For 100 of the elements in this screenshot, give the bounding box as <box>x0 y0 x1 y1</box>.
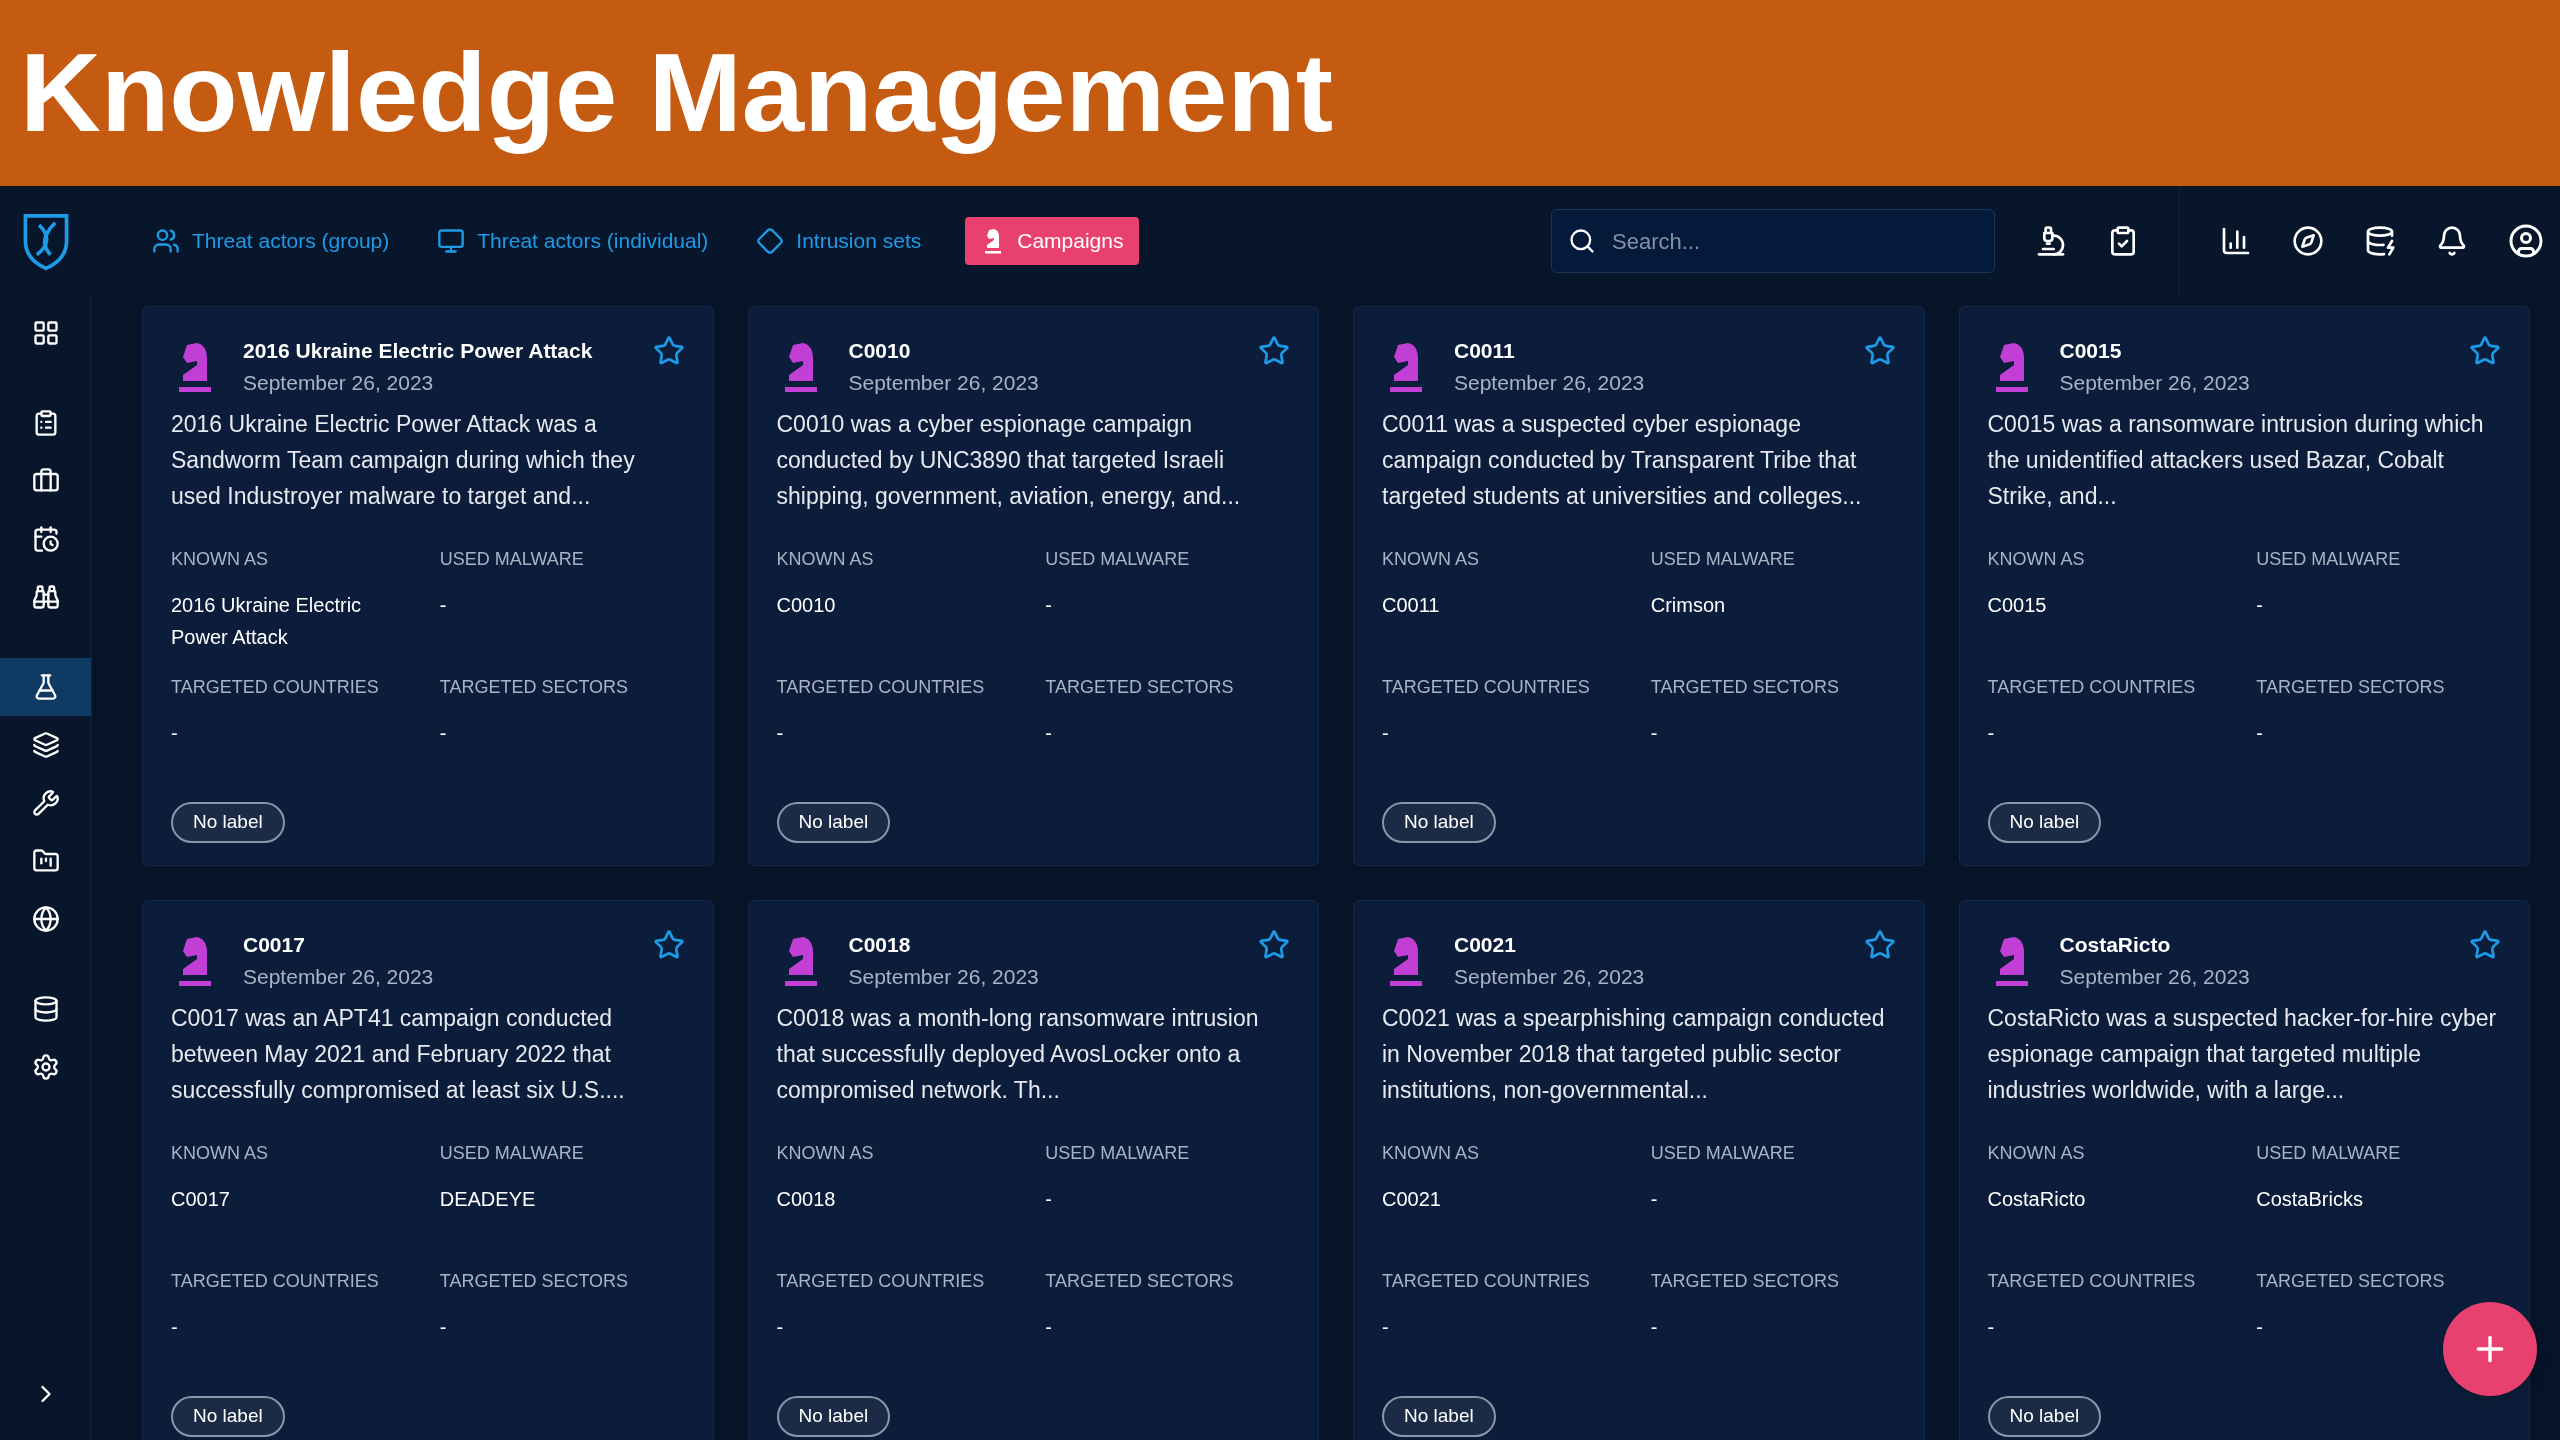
account-icon[interactable] <box>2508 223 2544 259</box>
field-label: TARGETED COUNTRIES <box>1382 1270 1591 1293</box>
field-value: - <box>776 1315 785 1340</box>
compass-icon[interactable] <box>2292 225 2324 257</box>
field-value: CostaRicto <box>1987 1187 2087 1212</box>
nav-tab[interactable]: Threat actors (individual) <box>433 217 713 265</box>
field-label: TARGETED SECTORS <box>1650 1270 1841 1293</box>
card-date: September 26, 2023 <box>243 369 435 396</box>
field-value: - <box>1382 721 1390 746</box>
star-icon[interactable] <box>1258 929 1290 961</box>
star-icon[interactable] <box>1258 335 1290 367</box>
campaign-card[interactable] <box>1353 900 1925 1440</box>
card-description: C0017 was an APT41 campaign conducted between May 2021 and February 2022 that successfully compromised at least six U.S.... <box>171 1004 626 1105</box>
card-description: C0010 was a cyber espionage campaign conducted by UNC3890 that targeted Israeli shipping, government, aviation, energy, and... <box>776 410 1242 511</box>
nav-tab[interactable]: Campaigns <box>965 217 1140 265</box>
star-icon[interactable] <box>2469 335 2501 367</box>
diamond-icon <box>756 227 785 255</box>
field-value: - <box>1045 593 1053 618</box>
calendar-clock-icon <box>31 525 60 553</box>
campaign-card[interactable] <box>1958 306 2530 866</box>
field-value: - <box>171 721 179 746</box>
field-label: TARGETED SECTORS <box>439 676 630 699</box>
label-chip: No label <box>171 802 285 843</box>
card-title: C0010 <box>848 338 912 364</box>
search-icon <box>1568 227 1596 255</box>
nav-tab[interactable]: Intrusion sets <box>752 217 926 265</box>
folder-icon <box>31 847 60 875</box>
search-field[interactable]: Search... <box>1612 224 1978 258</box>
field-label: TARGETED SECTORS <box>1045 1270 1235 1293</box>
field-value: - <box>1987 1315 1996 1340</box>
campaign-card[interactable] <box>747 306 1319 866</box>
card-description: C0018 was a month-long ransomware intrusion that successfully deployed AvosLocker onto a compromised network. Th... <box>776 1004 1260 1105</box>
field-value: C0021 <box>1382 1187 1442 1212</box>
chart-icon[interactable] <box>2220 225 2252 257</box>
field-label: KNOWN AS <box>171 548 269 571</box>
label-chip: No label <box>1987 802 2102 843</box>
field-value: - <box>439 1315 448 1340</box>
notifications-icon[interactable] <box>2436 225 2468 257</box>
card-description: CostaRicto was a suspected hacker-for-hire cyber espionage campaign that targeted multiple industries worldwide, with a large... <box>1987 1004 2498 1105</box>
field-label: USED MALWARE <box>2256 1142 2402 1165</box>
globe-icon <box>31 905 60 933</box>
field-value: - <box>439 593 448 618</box>
briefcase-icon <box>31 467 60 495</box>
field-label: TARGETED SECTORS <box>439 1270 630 1293</box>
field-label: KNOWN AS <box>1382 1142 1480 1165</box>
card-date: September 26, 2023 <box>848 963 1040 990</box>
star-icon[interactable] <box>652 335 685 367</box>
field-value: Crimson <box>1650 593 1727 618</box>
card-title: C0011 <box>1454 338 1516 364</box>
field-value: - <box>1045 1187 1053 1212</box>
search-bar[interactable]: Search... <box>1551 209 1995 273</box>
field-label: KNOWN AS <box>776 548 875 571</box>
card-date: September 26, 2023 <box>1454 963 1646 990</box>
campaign-card[interactable] <box>1958 900 2530 1440</box>
label-chip: No label <box>1382 1396 1496 1437</box>
field-label: USED MALWARE <box>439 1142 585 1165</box>
label-chip: No label <box>776 1396 891 1437</box>
field-label: TARGETED SECTORS <box>2256 1270 2446 1293</box>
users-icon <box>152 227 180 255</box>
field-value: - <box>1650 1315 1659 1340</box>
campaign-card[interactable] <box>1353 306 1925 866</box>
field-label: USED MALWARE <box>1650 1142 1796 1165</box>
settings-icon <box>31 1053 60 1081</box>
banner-title: Knowledge Management <box>20 29 1334 157</box>
field-value: - <box>1650 1187 1659 1212</box>
star-icon[interactable] <box>652 929 685 961</box>
campaign-card[interactable] <box>142 306 714 866</box>
field-value: C0010 <box>776 593 837 618</box>
campaign-card[interactable] <box>747 900 1319 1440</box>
field-label: KNOWN AS <box>171 1142 269 1165</box>
layers-icon <box>31 731 60 759</box>
star-icon[interactable] <box>1863 929 1896 961</box>
card-description: C0015 was a ransomware intrusion during which the unidentified attackers used Bazar, Cobalt Strike, and... <box>1987 410 2485 511</box>
star-icon[interactable] <box>2469 929 2501 961</box>
field-label: USED MALWARE <box>2256 548 2402 571</box>
field-value: - <box>1987 721 1996 746</box>
nav-tab[interactable]: Threat actors (group) <box>148 217 394 265</box>
card-title: CostaRicto <box>2059 932 2172 958</box>
card-date: September 26, 2023 <box>243 963 435 990</box>
campaign-card[interactable] <box>142 900 714 1440</box>
field-label: KNOWN AS <box>1382 548 1480 571</box>
field-label: USED MALWARE <box>1650 548 1796 571</box>
card-title: C0018 <box>848 932 912 958</box>
star-icon[interactable] <box>1863 335 1896 367</box>
field-value: C0018 <box>776 1187 837 1212</box>
field-value: - <box>171 1315 179 1340</box>
field-value: - <box>1045 1315 1053 1340</box>
card-title: C0015 <box>2059 338 2123 364</box>
field-value: C0017 <box>171 1187 231 1212</box>
field-value: - <box>1382 1315 1390 1340</box>
field-value: DEADEYE <box>439 1187 537 1212</box>
field-label: TARGETED COUNTRIES <box>171 1270 380 1293</box>
field-value: - <box>2256 593 2264 618</box>
field-label: TARGETED SECTORS <box>2256 676 2446 699</box>
card-date: September 26, 2023 <box>2059 369 2251 396</box>
field-label: TARGETED COUNTRIES <box>776 1270 986 1293</box>
field-label: USED MALWARE <box>1045 1142 1191 1165</box>
database-icon <box>31 995 60 1023</box>
sidebar-item[interactable] <box>0 658 91 716</box>
microscope-icon[interactable] <box>2035 225 2067 257</box>
